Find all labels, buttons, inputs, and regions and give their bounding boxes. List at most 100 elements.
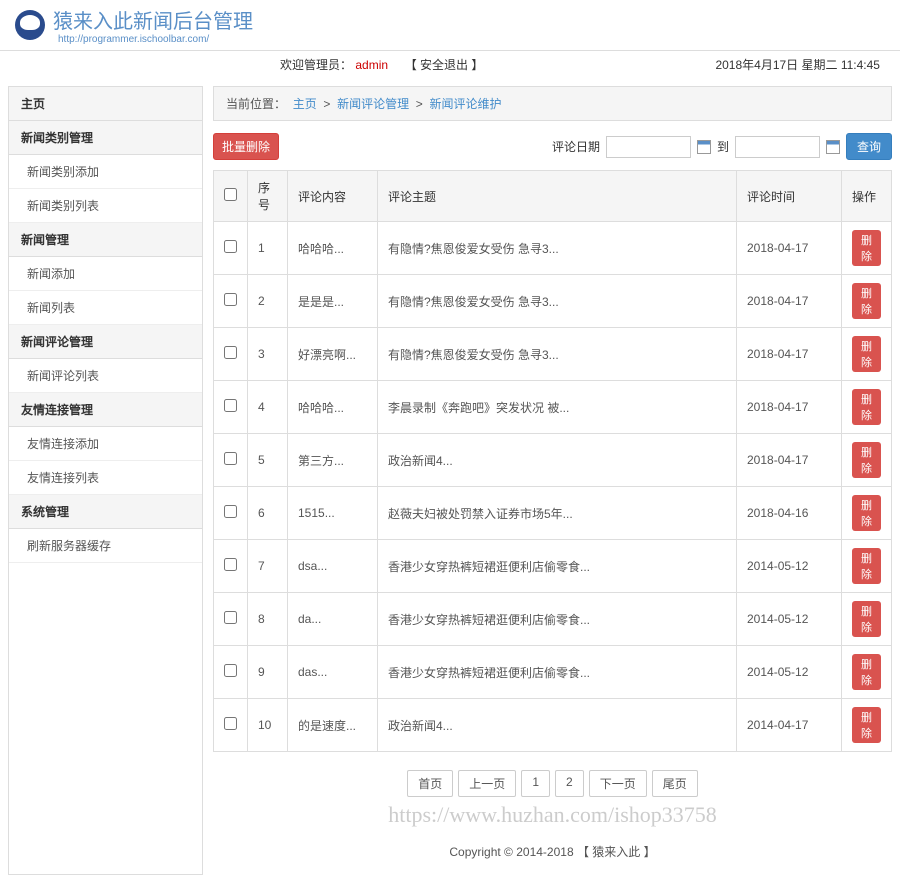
row-delete-button[interactable]: 删除 bbox=[852, 548, 881, 584]
sidebar-item[interactable]: 新闻类别添加 bbox=[9, 155, 202, 189]
page-prev[interactable]: 上一页 bbox=[458, 770, 516, 797]
breadcrumb: 当前位置： 主页 > 新闻评论管理 > 新闻评论维护 bbox=[213, 86, 892, 121]
select-all-checkbox[interactable] bbox=[224, 188, 237, 201]
row-checkbox[interactable] bbox=[224, 399, 237, 412]
cell-subject: 李晨录制《奔跑吧》突发状况 被... bbox=[378, 381, 737, 434]
cell-no: 8 bbox=[248, 593, 288, 646]
cell-content: dsa... bbox=[288, 540, 378, 593]
cell-time: 2018-04-17 bbox=[737, 381, 842, 434]
welcome-prefix: 欢迎管理员： bbox=[280, 58, 352, 72]
sidebar-group-title[interactable]: 新闻类别管理 bbox=[9, 121, 202, 155]
table-row: 4 哈哈哈... 李晨录制《奔跑吧》突发状况 被... 2018-04-17 删… bbox=[214, 381, 892, 434]
cell-no: 9 bbox=[248, 646, 288, 699]
col-no: 序号 bbox=[248, 171, 288, 222]
cell-subject: 香港少女穿热裤短裙逛便利店偷零食... bbox=[378, 646, 737, 699]
row-checkbox[interactable] bbox=[224, 505, 237, 518]
cell-time: 2014-04-17 bbox=[737, 699, 842, 752]
site-url: http://programmer.ischoolbar.com/ bbox=[58, 34, 253, 45]
row-checkbox[interactable] bbox=[224, 558, 237, 571]
breadcrumb-leaf[interactable]: 新闻评论维护 bbox=[429, 97, 501, 111]
cell-content: da... bbox=[288, 593, 378, 646]
cell-no: 1 bbox=[248, 222, 288, 275]
sidebar-group-title[interactable]: 系统管理 bbox=[9, 495, 202, 529]
row-checkbox[interactable] bbox=[224, 452, 237, 465]
calendar-icon[interactable] bbox=[697, 140, 711, 154]
footer: Copyright © 2014-2018 【 猿来入此 】 bbox=[213, 828, 892, 875]
cell-time: 2018-04-17 bbox=[737, 434, 842, 487]
date-from-input[interactable] bbox=[606, 136, 691, 158]
row-checkbox[interactable] bbox=[224, 717, 237, 730]
sidebar-item[interactable]: 友情连接列表 bbox=[9, 461, 202, 495]
sidebar-item[interactable]: 新闻列表 bbox=[9, 291, 202, 325]
sidebar-item[interactable]: 友情连接添加 bbox=[9, 427, 202, 461]
cell-subject: 政治新闻4... bbox=[378, 699, 737, 752]
row-delete-button[interactable]: 删除 bbox=[852, 442, 881, 478]
monkey-icon bbox=[15, 10, 45, 40]
cell-no: 2 bbox=[248, 275, 288, 328]
date-to-label: 到 bbox=[717, 138, 729, 155]
col-time: 评论时间 bbox=[737, 171, 842, 222]
site-title: 猿来入此新闻后台管理 bbox=[53, 5, 253, 34]
table-row: 2 是是是... 有隐情?焦恩俊爱女受伤 急寻3... 2018-04-17 删… bbox=[214, 275, 892, 328]
page-2[interactable]: 2 bbox=[555, 770, 584, 797]
page-first[interactable]: 首页 bbox=[407, 770, 453, 797]
row-checkbox[interactable] bbox=[224, 611, 237, 624]
col-content: 评论内容 bbox=[288, 171, 378, 222]
row-delete-button[interactable]: 删除 bbox=[852, 707, 881, 743]
calendar-icon[interactable] bbox=[826, 140, 840, 154]
date-to-input[interactable] bbox=[735, 136, 820, 158]
row-delete-button[interactable]: 删除 bbox=[852, 389, 881, 425]
sidebar-item[interactable]: 新闻评论列表 bbox=[9, 359, 202, 393]
row-delete-button[interactable]: 删除 bbox=[852, 654, 881, 690]
cell-content: 1515... bbox=[288, 487, 378, 540]
row-checkbox[interactable] bbox=[224, 240, 237, 253]
table-row: 8 da... 香港少女穿热裤短裙逛便利店偷零食... 2014-05-12 删… bbox=[214, 593, 892, 646]
batch-delete-button[interactable]: 批量删除 bbox=[213, 133, 279, 160]
page-next[interactable]: 下一页 bbox=[589, 770, 647, 797]
logout-link[interactable]: 【 安全退出 】 bbox=[405, 58, 484, 72]
sidebar-item[interactable]: 刷新服务器缓存 bbox=[9, 529, 202, 563]
logo-area: 猿来入此新闻后台管理 http://programmer.ischoolbar.… bbox=[15, 5, 253, 45]
page-1[interactable]: 1 bbox=[521, 770, 550, 797]
cell-content: 是是是... bbox=[288, 275, 378, 328]
cell-subject: 有隐情?焦恩俊爱女受伤 急寻3... bbox=[378, 275, 737, 328]
sidebar-item[interactable]: 新闻类别列表 bbox=[9, 189, 202, 223]
table-row: 1 哈哈哈... 有隐情?焦恩俊爱女受伤 急寻3... 2018-04-17 删… bbox=[214, 222, 892, 275]
watermark: https://www.huzhan.com/ishop33758 bbox=[213, 802, 892, 828]
date-label: 评论日期 bbox=[552, 138, 600, 155]
row-checkbox[interactable] bbox=[224, 293, 237, 306]
date-filter: 评论日期 到 查询 bbox=[552, 133, 892, 160]
cell-subject: 有隐情?焦恩俊爱女受伤 急寻3... bbox=[378, 328, 737, 381]
row-delete-button[interactable]: 删除 bbox=[852, 230, 881, 266]
cell-no: 6 bbox=[248, 487, 288, 540]
cell-time: 2018-04-17 bbox=[737, 328, 842, 381]
search-button[interactable]: 查询 bbox=[846, 133, 892, 160]
cell-time: 2014-05-12 bbox=[737, 540, 842, 593]
cell-content: 的是速度... bbox=[288, 699, 378, 752]
row-checkbox[interactable] bbox=[224, 664, 237, 677]
sidebar-group-title[interactable]: 新闻评论管理 bbox=[9, 325, 202, 359]
table-row: 5 第三方... 政治新闻4... 2018-04-17 删除 bbox=[214, 434, 892, 487]
table-row: 10 的是速度... 政治新闻4... 2014-04-17 删除 bbox=[214, 699, 892, 752]
page-last[interactable]: 尾页 bbox=[652, 770, 698, 797]
breadcrumb-mid[interactable]: 新闻评论管理 bbox=[337, 97, 409, 111]
sidebar-item[interactable]: 新闻添加 bbox=[9, 257, 202, 291]
row-delete-button[interactable]: 删除 bbox=[852, 283, 881, 319]
row-delete-button[interactable]: 删除 bbox=[852, 495, 881, 531]
row-delete-button[interactable]: 删除 bbox=[852, 601, 881, 637]
sidebar-group-title[interactable]: 新闻管理 bbox=[9, 223, 202, 257]
cell-time: 2018-04-16 bbox=[737, 487, 842, 540]
row-checkbox[interactable] bbox=[224, 346, 237, 359]
welcome-bar: 欢迎管理员： admin 【 安全退出 】 2018年4月17日 星期二 11:… bbox=[0, 51, 900, 78]
breadcrumb-home[interactable]: 主页 bbox=[293, 97, 317, 111]
sidebar-home[interactable]: 主页 bbox=[9, 87, 202, 121]
datetime: 2018年4月17日 星期二 11:4:45 bbox=[715, 56, 880, 73]
row-delete-button[interactable]: 删除 bbox=[852, 336, 881, 372]
sidebar-group-title[interactable]: 友情连接管理 bbox=[9, 393, 202, 427]
table-row: 9 das... 香港少女穿热裤短裙逛便利店偷零食... 2014-05-12 … bbox=[214, 646, 892, 699]
cell-no: 3 bbox=[248, 328, 288, 381]
cell-content: 第三方... bbox=[288, 434, 378, 487]
cell-subject: 政治新闻4... bbox=[378, 434, 737, 487]
cell-content: 好漂亮啊... bbox=[288, 328, 378, 381]
breadcrumb-prefix: 当前位置： bbox=[226, 97, 286, 111]
